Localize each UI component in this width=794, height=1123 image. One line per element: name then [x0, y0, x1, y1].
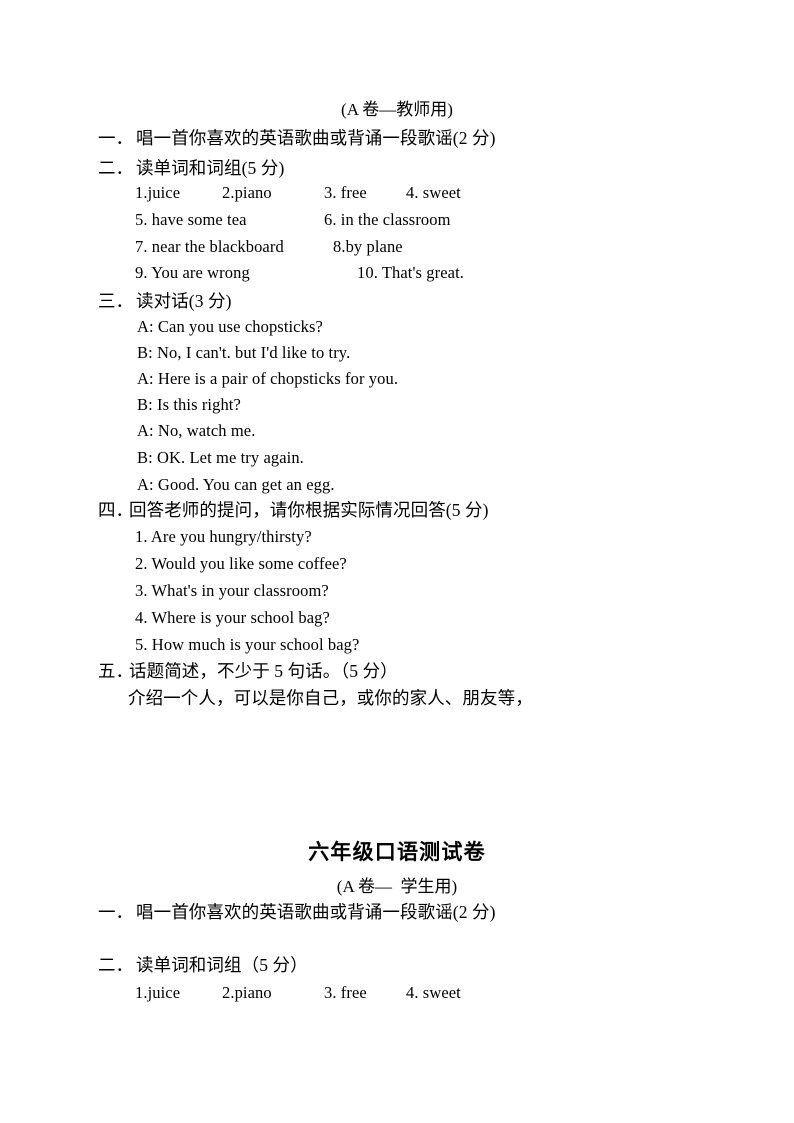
word-item: 1.juice — [135, 183, 181, 202]
section-5-title: 话题简述，不少于 5 句话。（5 分） — [129, 661, 398, 681]
word-item: 10. That's great. — [357, 263, 465, 282]
section-3-title: 读对话(3 分) — [136, 291, 232, 311]
section-4-number: 四． — [98, 500, 134, 520]
question-line: 1. Are you hungry/thirsty? — [135, 527, 312, 546]
word-item: 9. You are wrong — [135, 263, 250, 282]
word-item: 5. have some tea — [135, 210, 247, 229]
question-line: 3. What's in your classroom? — [135, 581, 329, 600]
word-item: 8.by plane — [333, 237, 403, 256]
student-section-1-title: 唱一首你喜欢的英语歌曲或背诵一段歌谣(2 分) — [136, 902, 496, 922]
word-item: 4. sweet — [406, 183, 461, 202]
word-item: 3. free — [324, 183, 367, 202]
section-3-number: 三． — [98, 291, 134, 311]
question-line: 4. Where is your school bag? — [135, 608, 330, 627]
dialog-line: A: No, watch me. — [137, 421, 256, 440]
student-section-2-title: 读单词和词组（5 分） — [136, 955, 308, 975]
student-word-item: 1.juice — [135, 983, 181, 1002]
dialog-line: B: Is this right? — [137, 395, 241, 414]
student-section-1-number: 一． — [98, 902, 134, 922]
word-item: 6. in the classroom — [324, 210, 451, 229]
section-1-number: 一． — [98, 128, 134, 148]
student-paper-header: (A 卷— 学生用) — [336, 877, 458, 896]
word-item: 2.piano — [222, 183, 272, 202]
section-5-prompt: 介绍一个人，可以是你自己，或你的家人、朋友等， — [128, 688, 533, 708]
section-2-number: 二． — [98, 158, 134, 178]
question-line: 5. How much is your school bag? — [135, 635, 360, 654]
section-4-title: 回答老师的提问，请你根据实际情况回答(5 分) — [129, 500, 489, 520]
student-section-2-number: 二． — [98, 955, 134, 975]
dialog-line: B: OK. Let me try again. — [137, 448, 304, 467]
student-paper-title: 六年级口语测试卷 — [308, 840, 486, 864]
dialog-line: A: Here is a pair of chopsticks for you. — [137, 369, 399, 388]
dialog-line: A: Good. You can get an egg. — [137, 475, 335, 494]
student-word-item: 4. sweet — [406, 983, 461, 1002]
word-item: 7. near the blackboard — [135, 237, 284, 256]
student-word-item: 2.piano — [222, 983, 272, 1002]
question-line: 2. Would you like some coffee? — [135, 554, 347, 573]
dialog-line: B: No, I can't. but I'd like to try. — [137, 343, 351, 362]
section-2-title: 读单词和词组(5 分) — [136, 158, 285, 178]
teacher-paper-header: (A 卷—教师用) — [341, 100, 453, 119]
document-page: (A 卷—教师用) 一． 唱一首你喜欢的英语歌曲或背诵一段歌谣(2 分) 二． … — [0, 0, 794, 1123]
student-word-item: 3. free — [324, 983, 367, 1002]
dialog-line: A: Can you use chopsticks? — [137, 317, 323, 336]
section-1-title: 唱一首你喜欢的英语歌曲或背诵一段歌谣(2 分) — [136, 128, 496, 148]
section-5-number: 五． — [98, 661, 134, 681]
